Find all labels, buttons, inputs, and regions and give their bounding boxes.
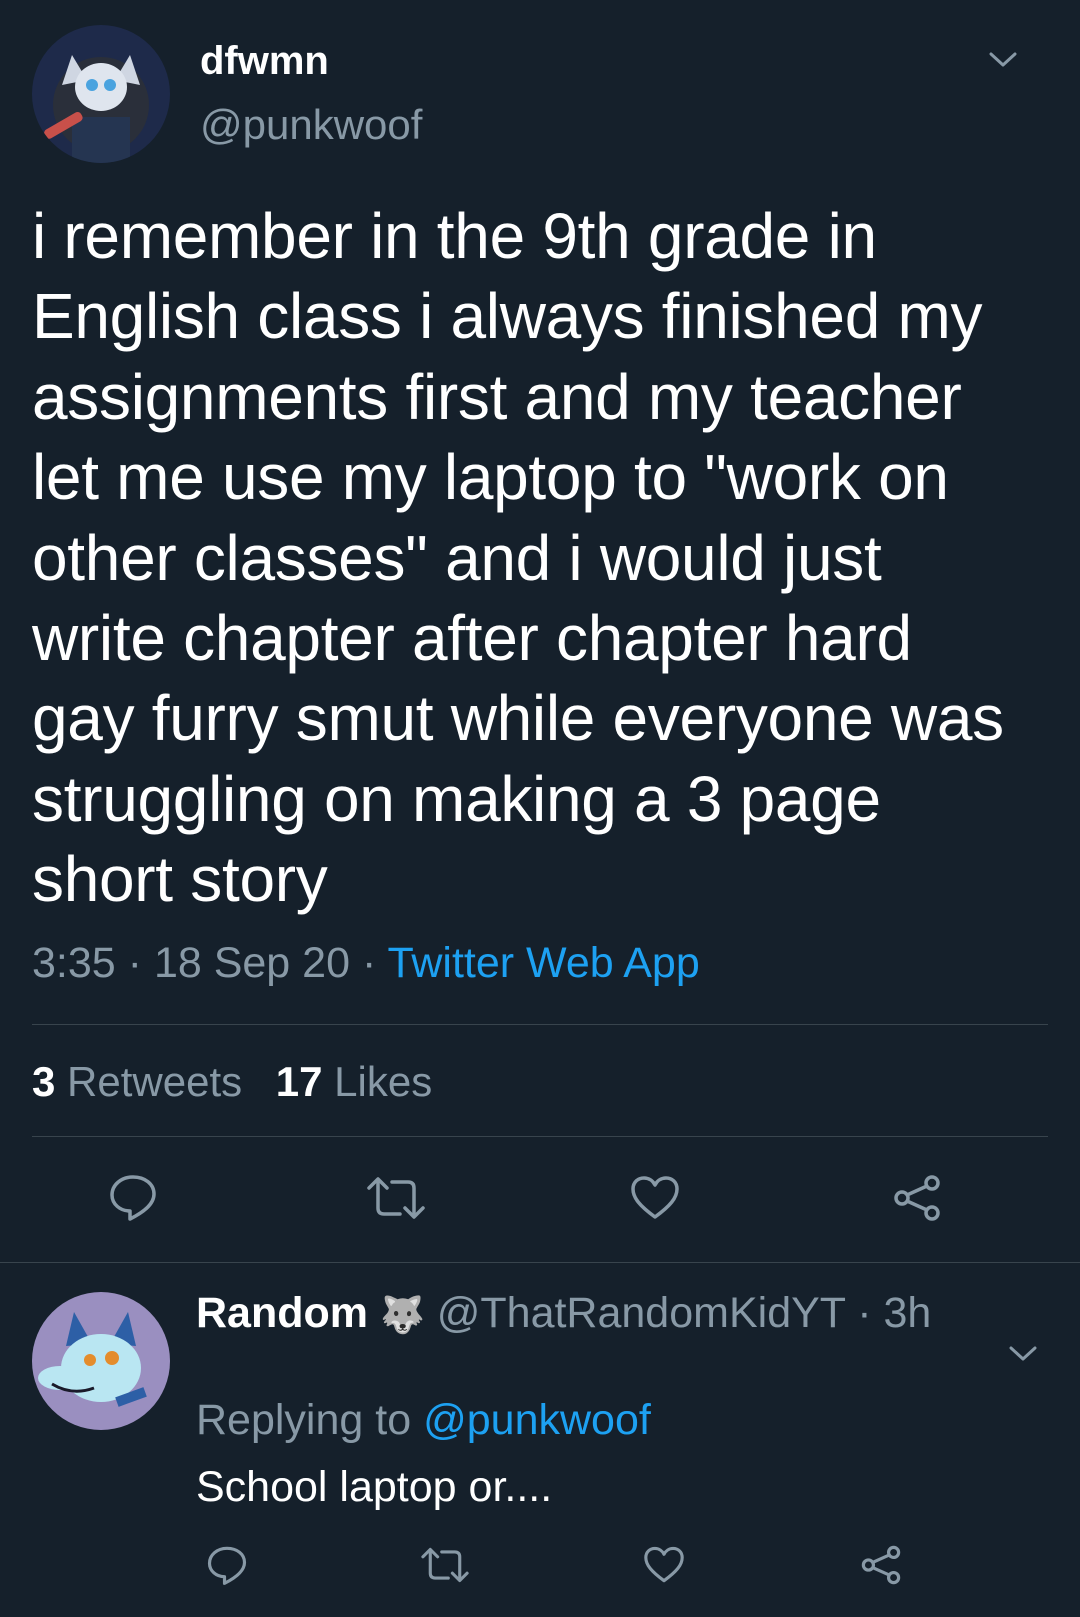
- reply-display-name[interactable]: Random: [196, 1289, 368, 1337]
- avatar-image: [32, 25, 170, 163]
- like-count: 17: [275, 1058, 323, 1105]
- tweet-text-line: other classes" and i would just: [32, 521, 882, 594]
- reply-avatar[interactable]: [32, 1292, 170, 1430]
- share-icon[interactable]: [892, 1173, 942, 1223]
- tweet-text-line: short story: [32, 843, 328, 916]
- tweet-source[interactable]: Twitter Web App: [387, 939, 699, 987]
- retweet-icon[interactable]: [420, 1547, 470, 1583]
- reply-avatar-image: [32, 1292, 170, 1430]
- tweet-text-line: write chapter after chapter hard: [32, 602, 912, 675]
- tweet-meta: 3:35 · 18 Sep 20 · Twitter Web App: [32, 938, 700, 988]
- tweet-time: 3:35: [32, 939, 116, 987]
- engagement-stats: 3 Retweets 17 Likes: [32, 1058, 432, 1106]
- chevron-down-icon[interactable]: [988, 50, 1018, 70]
- like-icon[interactable]: [630, 1175, 680, 1221]
- meta-separator: ·: [857, 1289, 872, 1337]
- tweet-text-line: gay furry smut while everyone was: [32, 682, 1004, 755]
- wolf-badge-icon: 🐺: [379, 1295, 425, 1336]
- likes-stat[interactable]: 17 Likes: [276, 1058, 432, 1105]
- reply-handle[interactable]: @ThatRandomKidYT: [437, 1289, 846, 1337]
- tweet-text-line: English class i always finished my: [32, 280, 983, 353]
- reply-icon[interactable]: [108, 1173, 158, 1221]
- meta-separator: ·: [361, 939, 377, 987]
- reply-age[interactable]: 3h: [884, 1289, 932, 1337]
- tweet-text-line: struggling on making a 3 page: [32, 762, 881, 835]
- tweet-text-line: assignments first and my teacher: [32, 360, 962, 433]
- avatar[interactable]: [32, 25, 170, 163]
- tweet-text-line: i remember in the 9th grade in: [32, 200, 877, 272]
- tweet-date[interactable]: 18 Sep 20: [154, 939, 350, 987]
- chevron-down-icon[interactable]: [1008, 1344, 1038, 1364]
- reply-icon[interactable]: [206, 1545, 248, 1585]
- replying-to-label: Replying to: [196, 1396, 412, 1444]
- replying-to-handle[interactable]: @punkwoof: [423, 1396, 651, 1444]
- reply-text: School laptop or....: [196, 1463, 553, 1511]
- meta-separator: ·: [127, 939, 142, 987]
- reply-header: Random 🐺 @ThatRandomKidYT · 3h: [196, 1288, 931, 1341]
- divider: [0, 1262, 1080, 1263]
- retweet-count: 3: [32, 1058, 56, 1105]
- display-name[interactable]: dfwmn: [200, 38, 329, 84]
- share-icon[interactable]: [860, 1544, 902, 1586]
- retweet-label: Retweets: [67, 1058, 243, 1105]
- replying-to: Replying to @punkwoof: [196, 1395, 651, 1445]
- like-label: Likes: [334, 1058, 433, 1105]
- divider: [32, 1136, 1048, 1137]
- tweet-text-line: let me use my laptop to "work on: [32, 441, 949, 514]
- divider: [32, 1024, 1048, 1025]
- retweet-icon[interactable]: [366, 1176, 426, 1220]
- tweet-text: i remember in the 9th grade in English c…: [32, 196, 1052, 920]
- user-handle[interactable]: @punkwoof: [200, 101, 422, 149]
- retweets-stat[interactable]: 3 Retweets: [32, 1058, 254, 1105]
- like-icon[interactable]: [643, 1546, 685, 1584]
